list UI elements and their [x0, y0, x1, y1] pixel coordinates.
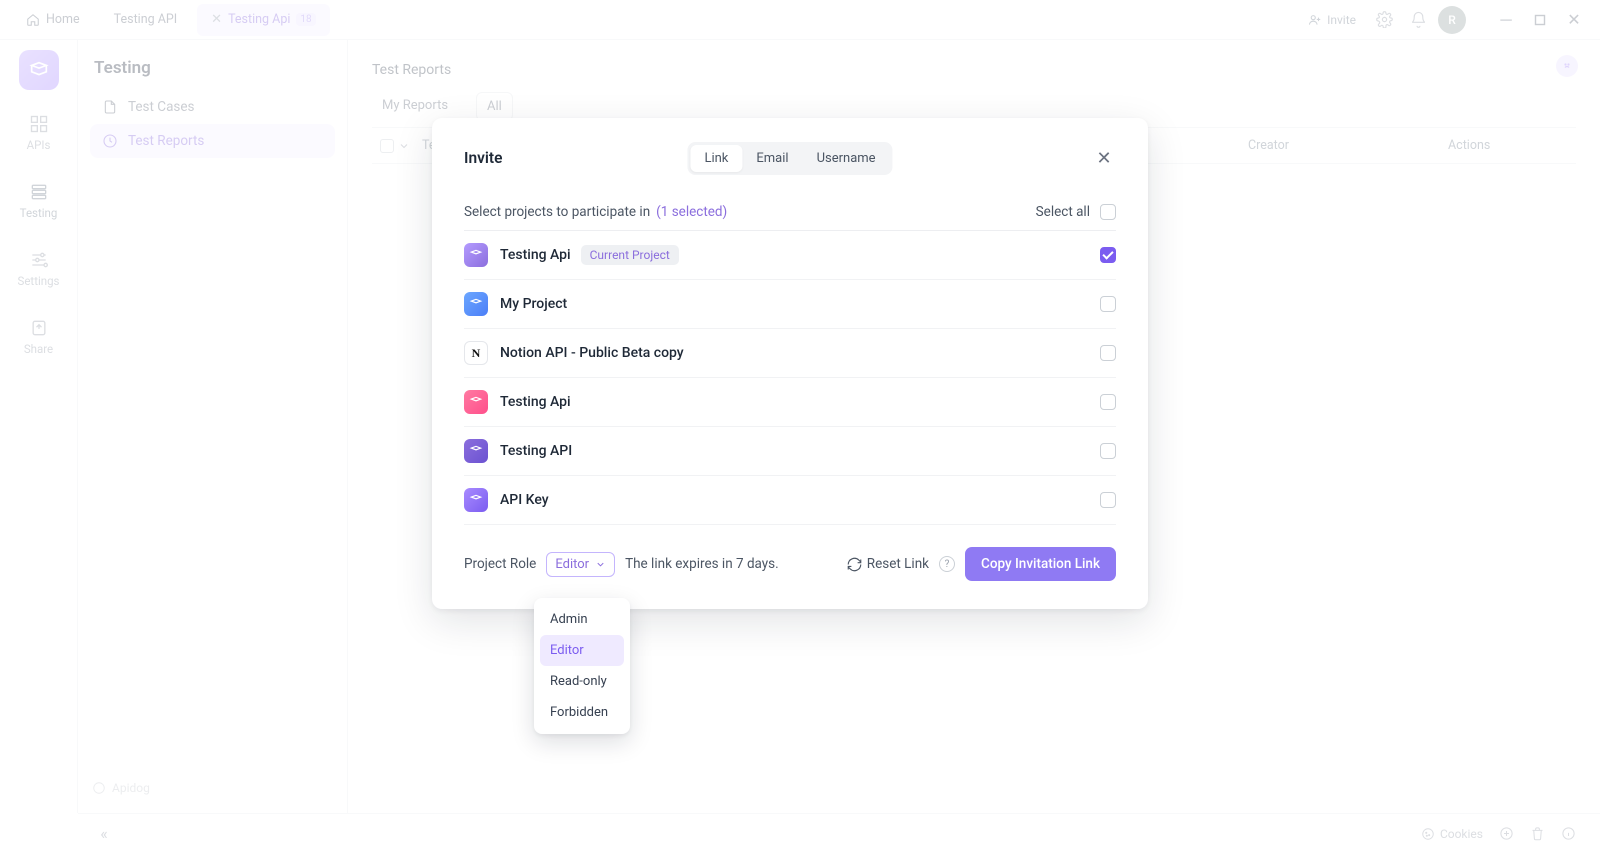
- project-row[interactable]: Testing Api: [464, 378, 1116, 427]
- project-icon: [464, 243, 488, 267]
- refresh-icon: [847, 557, 862, 572]
- chevron-down-icon: [595, 559, 606, 570]
- project-checkbox[interactable]: [1100, 394, 1116, 410]
- role-option[interactable]: Read-only: [540, 666, 624, 697]
- project-icon: N: [464, 341, 488, 365]
- expire-text: The link expires in 7 days.: [625, 556, 779, 572]
- role-label: Project Role: [464, 556, 536, 572]
- modal-title: Invite: [464, 149, 502, 167]
- project-checkbox[interactable]: [1100, 296, 1116, 312]
- project-name: Testing Api: [500, 247, 571, 263]
- modal-close-icon[interactable]: ✕: [1092, 146, 1116, 170]
- select-all-label: Select all: [1036, 204, 1090, 220]
- project-checkbox[interactable]: [1100, 492, 1116, 508]
- select-all-checkbox[interactable]: [1100, 204, 1116, 220]
- project-name: API Key: [500, 492, 549, 508]
- project-icon: [464, 390, 488, 414]
- seg-link[interactable]: Link: [690, 145, 742, 172]
- copy-invitation-button[interactable]: Copy Invitation Link: [965, 547, 1116, 581]
- project-list: Testing Api Current Project My Project N Not…: [464, 231, 1116, 525]
- role-select[interactable]: Editor: [546, 552, 615, 577]
- current-project-badge: Current Project: [581, 245, 679, 265]
- info-icon[interactable]: ?: [939, 556, 955, 572]
- project-select-header: Select projects to participate in (1 sel…: [464, 204, 1116, 231]
- reset-link-button[interactable]: Reset Link: [847, 556, 929, 572]
- seg-email[interactable]: Email: [742, 145, 802, 172]
- project-name: Notion API - Public Beta copy: [500, 345, 684, 361]
- project-icon: [464, 439, 488, 463]
- role-option[interactable]: Forbidden: [540, 697, 624, 728]
- role-option[interactable]: Admin: [540, 604, 624, 635]
- seg-username[interactable]: Username: [803, 145, 890, 172]
- project-name: Testing API: [500, 443, 572, 459]
- project-checkbox[interactable]: [1100, 247, 1116, 263]
- project-row[interactable]: My Project: [464, 280, 1116, 329]
- invite-method-tabs: Link Email Username: [687, 142, 892, 175]
- project-row[interactable]: API Key: [464, 476, 1116, 525]
- project-row[interactable]: Testing Api Current Project: [464, 231, 1116, 280]
- project-row[interactable]: Testing API: [464, 427, 1116, 476]
- invite-modal: Invite Link Email Username ✕ Select proj…: [432, 118, 1148, 609]
- project-checkbox[interactable]: [1100, 443, 1116, 459]
- role-selected-value: Editor: [555, 557, 589, 572]
- role-dropdown: AdminEditorRead-onlyForbidden: [534, 598, 630, 734]
- role-option[interactable]: Editor: [540, 635, 624, 666]
- project-icon: [464, 488, 488, 512]
- project-checkbox[interactable]: [1100, 345, 1116, 361]
- project-name: My Project: [500, 296, 567, 312]
- selected-count: (1 selected): [656, 204, 727, 220]
- project-row[interactable]: N Notion API - Public Beta copy: [464, 329, 1116, 378]
- modal-footer: Project Role Editor The link expires in …: [464, 547, 1116, 581]
- select-text: Select projects to participate in: [464, 204, 650, 220]
- project-icon: [464, 292, 488, 316]
- project-name: Testing Api: [500, 394, 571, 410]
